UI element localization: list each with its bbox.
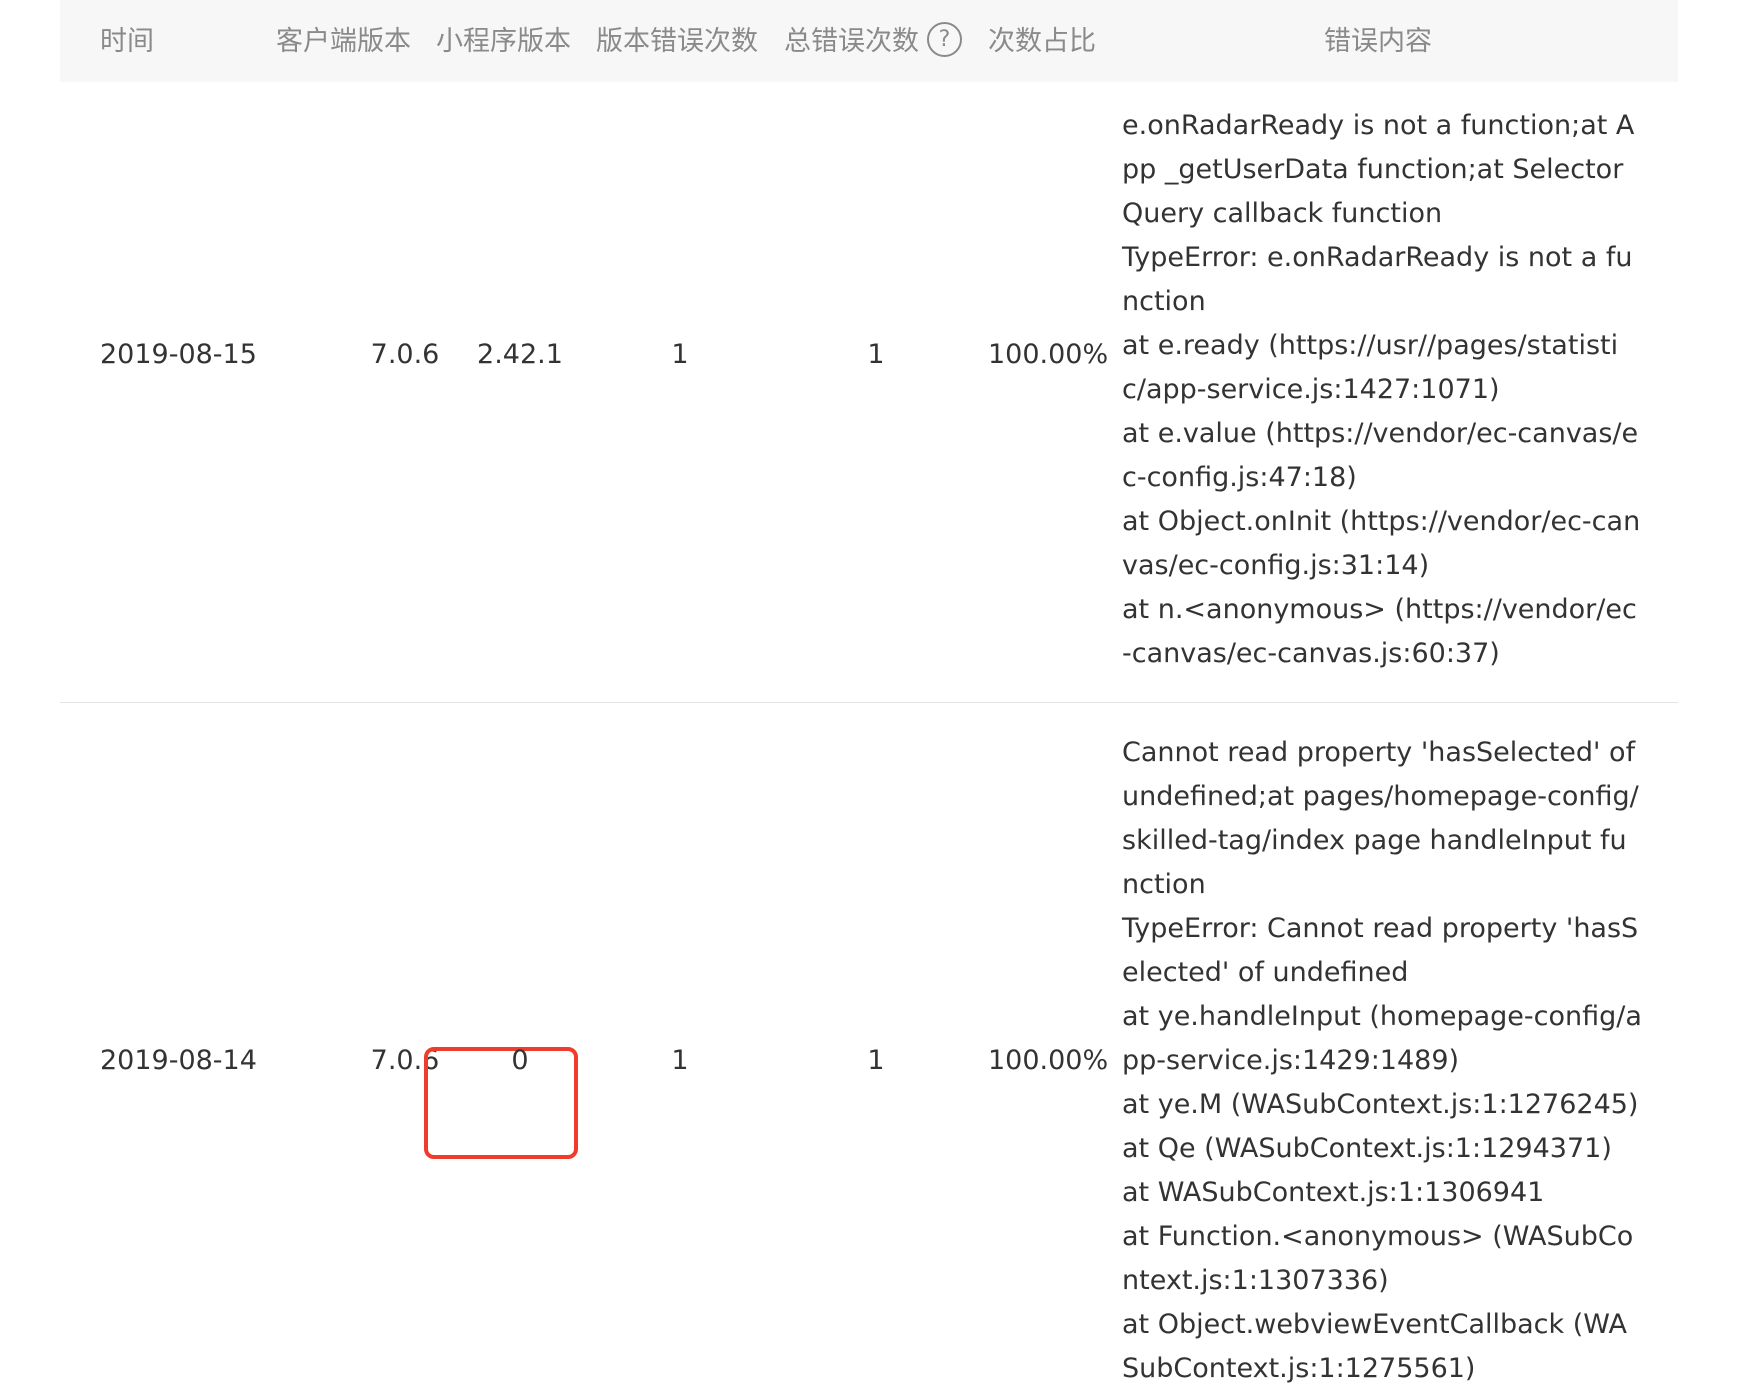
- help-icon[interactable]: ?: [927, 22, 962, 57]
- error-line: at e.value (https://vendor/ec-canvas/ec-…: [1122, 418, 1639, 493]
- error-line: at e.ready (https://usr//pages/statistic…: [1122, 330, 1619, 405]
- header-total-error-count-label: 总错误次数: [784, 26, 919, 57]
- cell-total-error-count: 1: [867, 339, 885, 370]
- error-line: at Object.webviewEventCallback (WASubCon…: [1122, 1309, 1627, 1384]
- cell-version-error-count: 1: [671, 1045, 689, 1076]
- header-time: 时间: [100, 26, 154, 57]
- table-header: 时间 客户端版本 小程序版本 版本错误次数 总错误次数? 次数占比 错误内容: [60, 0, 1678, 82]
- header-client-version: 客户端版本: [276, 26, 411, 57]
- cell-ratio: 100.00%: [988, 339, 1109, 370]
- error-line: TypeError: Cannot read property 'hasSele…: [1122, 913, 1639, 988]
- header-version-error-count: 版本错误次数: [596, 26, 758, 57]
- error-line: at Function.<anonymous> (WASubContext.js…: [1122, 1221, 1634, 1296]
- error-line: at WASubContext.js:1:1306941: [1122, 1177, 1545, 1208]
- header-total-error-count: 总错误次数?: [784, 0, 962, 82]
- error-line: at Object.onInit (https://vendor/ec-canv…: [1122, 506, 1641, 581]
- header-error-content: 错误内容: [1324, 26, 1432, 57]
- error-line: Cannot read property 'hasSelected' of un…: [1122, 737, 1639, 900]
- cell-miniprogram-version: 0: [511, 1045, 529, 1076]
- header-ratio: 次数占比: [988, 26, 1096, 57]
- error-log-page: 时间 客户端版本 小程序版本 版本错误次数 总错误次数? 次数占比 错误内容 2…: [0, 0, 1742, 1400]
- error-line: TypeError: e.onRadarReady is not a funct…: [1122, 242, 1633, 317]
- cell-time: 2019-08-14: [100, 1045, 257, 1076]
- header-miniprogram-version: 小程序版本: [436, 26, 571, 57]
- error-line: at ye.handleInput (homepage-config/app-s…: [1122, 1001, 1642, 1076]
- table-row: 2019-08-15 7.0.6 2.42.1 1 1 100.00% e.on…: [60, 82, 1678, 703]
- error-line: at n.<anonymous> (https://vendor/ec-canv…: [1122, 594, 1637, 669]
- table-row: 2019-08-14 7.0.6 0 1 1 100.00% Cannot re…: [60, 703, 1678, 1400]
- cell-ratio: 100.00%: [988, 1045, 1109, 1076]
- cell-miniprogram-version: 2.42.1: [477, 339, 563, 370]
- cell-version-error-count: 1: [671, 339, 689, 370]
- cell-time: 2019-08-15: [100, 339, 257, 370]
- error-line: at ye.M (WASubContext.js:1:1276245): [1122, 1089, 1639, 1120]
- error-table: 时间 客户端版本 小程序版本 版本错误次数 总错误次数? 次数占比 错误内容 2…: [60, 0, 1678, 1400]
- error-line: e.onRadarReady is not a function;at App …: [1122, 110, 1635, 229]
- cell-total-error-count: 1: [867, 1045, 885, 1076]
- cell-error-content: Cannot read property 'hasSelected' of un…: [1122, 731, 1642, 1391]
- error-line: at Qe (WASubContext.js:1:1294371): [1122, 1133, 1612, 1164]
- cell-error-content: e.onRadarReady is not a function;at App …: [1122, 104, 1642, 676]
